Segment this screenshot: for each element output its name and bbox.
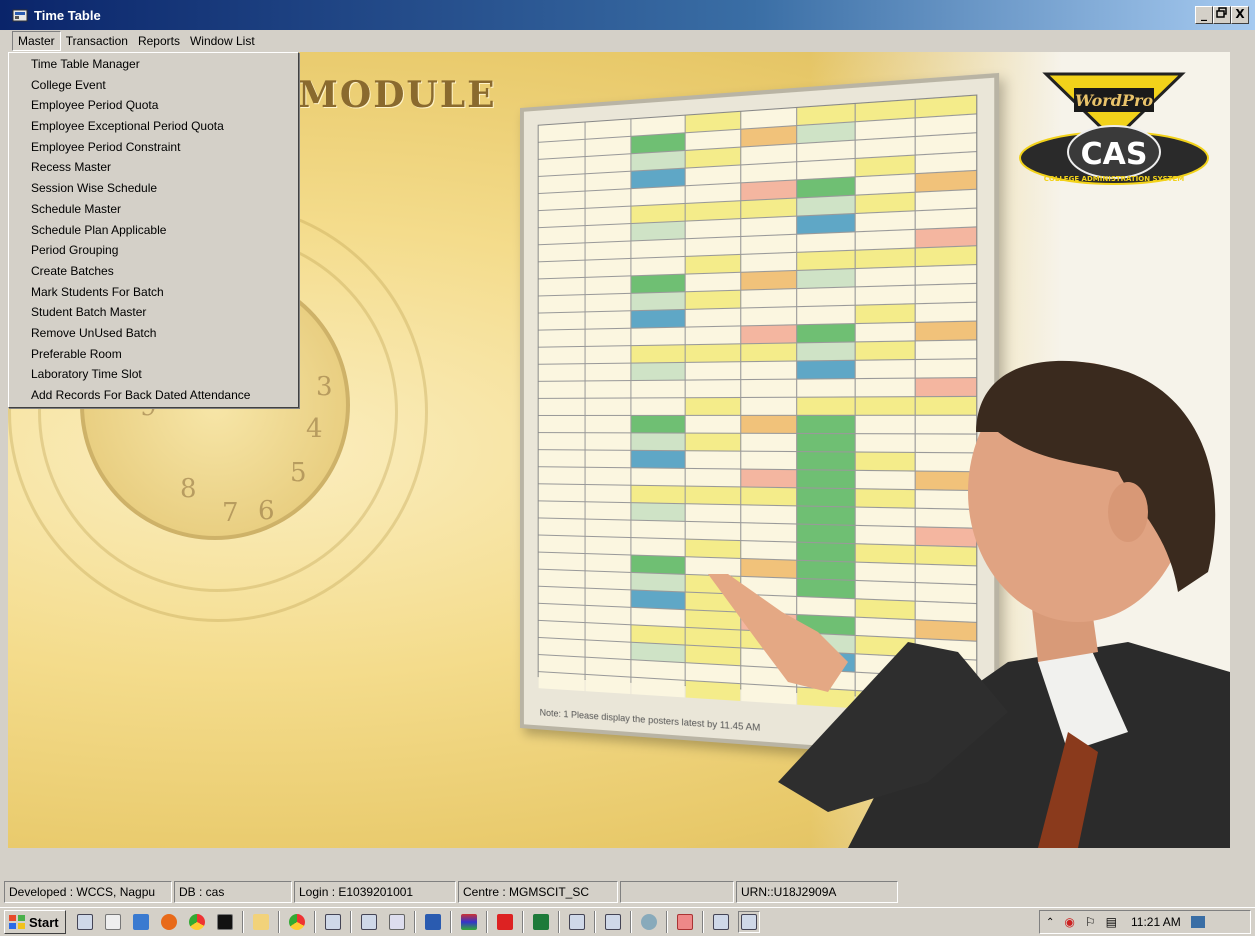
status-developed: Developed : WCCS, Nagpu — [4, 880, 172, 903]
word-icon[interactable] — [422, 911, 444, 933]
chrome-icon[interactable] — [186, 911, 208, 933]
menu-item-schedule-master[interactable]: Schedule Master — [9, 199, 298, 220]
menu-item-create-batches[interactable]: Create Batches — [9, 261, 298, 282]
folder-icon[interactable] — [250, 911, 272, 933]
active-window-icon[interactable] — [738, 911, 760, 933]
books-icon[interactable] — [458, 911, 480, 933]
title-bar: Time Table _ X — [0, 0, 1255, 30]
window-app-icon[interactable] — [358, 911, 380, 933]
menu-window-list[interactable]: Window List — [185, 32, 260, 50]
status-db: DB : cas — [174, 880, 292, 903]
window-app-icon[interactable] — [566, 911, 588, 933]
logo-tagline: COLLEGE ADMINISTRATION SYSTEM — [1044, 175, 1184, 183]
close-button[interactable]: X — [1231, 6, 1249, 24]
window-app-icon[interactable] — [602, 911, 624, 933]
menu-master[interactable]: Master — [12, 31, 61, 51]
menu-item-recess-master[interactable]: Recess Master — [9, 157, 298, 178]
network-icon[interactable]: ▤ — [1106, 915, 1117, 929]
status-blank — [620, 880, 734, 903]
logo-cas: CAS — [1081, 137, 1148, 172]
module-heading: MODULE — [298, 74, 497, 116]
chart-app-icon[interactable] — [674, 911, 696, 933]
logo-wordpro: WordPro — [1075, 91, 1153, 110]
window-controls: _ X — [1195, 6, 1249, 24]
window-title: Time Table — [34, 7, 101, 23]
menu-item-employee-period-constraint[interactable]: Employee Period Constraint — [9, 137, 298, 158]
firefox-icon[interactable] — [158, 911, 180, 933]
document-icon[interactable] — [102, 911, 124, 933]
menu-bar: Master Transaction Reports Window List — [0, 30, 1255, 52]
flag-icon[interactable]: ⚐ — [1085, 915, 1096, 929]
taskbar-buttons — [74, 911, 760, 933]
status-login: Login : E1039201001 — [294, 880, 456, 903]
image-app-icon[interactable] — [130, 911, 152, 933]
pdf-icon[interactable] — [494, 911, 516, 933]
menu-item-laboratory-time-slot[interactable]: Laboratory Time Slot — [9, 364, 298, 385]
presenter-image — [708, 312, 1230, 848]
chrome-window-icon[interactable] — [286, 911, 308, 933]
window-app-icon[interactable] — [386, 911, 408, 933]
paint-icon[interactable] — [638, 911, 660, 933]
menu-reports[interactable]: Reports — [133, 32, 185, 50]
chevron-up-icon[interactable]: ⌃ — [1046, 917, 1054, 928]
menu-item-mark-students-for-batch[interactable]: Mark Students For Batch — [9, 282, 298, 303]
menu-item-time-table-manager[interactable]: Time Table Manager — [9, 54, 298, 75]
restore-button[interactable] — [1213, 6, 1231, 24]
master-dropdown-menu: Time Table Manager College Event Employee … — [8, 52, 299, 408]
windows-logo-icon — [9, 915, 25, 929]
menu-transaction[interactable]: Transaction — [61, 32, 133, 50]
status-bar: Developed : WCCS, Nagpu DB : cas Login :… — [0, 878, 1255, 905]
excel-icon[interactable] — [530, 911, 552, 933]
cmd-icon[interactable] — [214, 911, 236, 933]
menu-item-add-records-for-back-dated-attendance[interactable]: Add Records For Back Dated Attendance — [9, 385, 298, 406]
app-icon — [12, 7, 28, 23]
menu-item-preferable-room[interactable]: Preferable Room — [9, 344, 298, 365]
menu-item-remove-unused-batch[interactable]: Remove UnUsed Batch — [9, 323, 298, 344]
cas-logo: WordPro CAS COLLEGE ADMINISTRATION SYSTE… — [1016, 70, 1212, 200]
status-urn: URN::U18J2909A — [736, 880, 898, 903]
menu-item-period-grouping[interactable]: Period Grouping — [9, 240, 298, 261]
restore-icon — [1216, 7, 1227, 18]
menu-item-student-batch-master[interactable]: Student Batch Master — [9, 302, 298, 323]
network-warning-icon[interactable]: ◉ — [1064, 915, 1074, 929]
status-centre: Centre : MGMSCIT_SC — [458, 880, 618, 903]
menu-item-session-wise-schedule[interactable]: Session Wise Schedule — [9, 178, 298, 199]
menu-item-schedule-plan-applicable[interactable]: Schedule Plan Applicable — [9, 220, 298, 241]
menu-item-college-event[interactable]: College Event — [9, 75, 298, 96]
start-button[interactable]: Start — [4, 910, 66, 934]
start-label: Start — [29, 914, 59, 930]
clock[interactable]: 11:21 AM — [1131, 915, 1181, 929]
system-tray: ⌃ ◉ ⚐ ▤ 11:21 AM — [1039, 910, 1251, 934]
show-desktop-icon[interactable] — [1190, 916, 1205, 928]
taskbar: Start ⌃ ◉ ⚐ ▤ 11:21 AM — [0, 907, 1255, 936]
window-app-icon[interactable] — [74, 911, 96, 933]
minimize-button[interactable]: _ — [1195, 6, 1213, 24]
window-app-icon[interactable] — [322, 911, 344, 933]
menu-item-employee-exceptional-period-quota[interactable]: Employee Exceptional Period Quota — [9, 116, 298, 137]
menu-item-employee-period-quota[interactable]: Employee Period Quota — [9, 95, 298, 116]
window-app-icon[interactable] — [710, 911, 732, 933]
